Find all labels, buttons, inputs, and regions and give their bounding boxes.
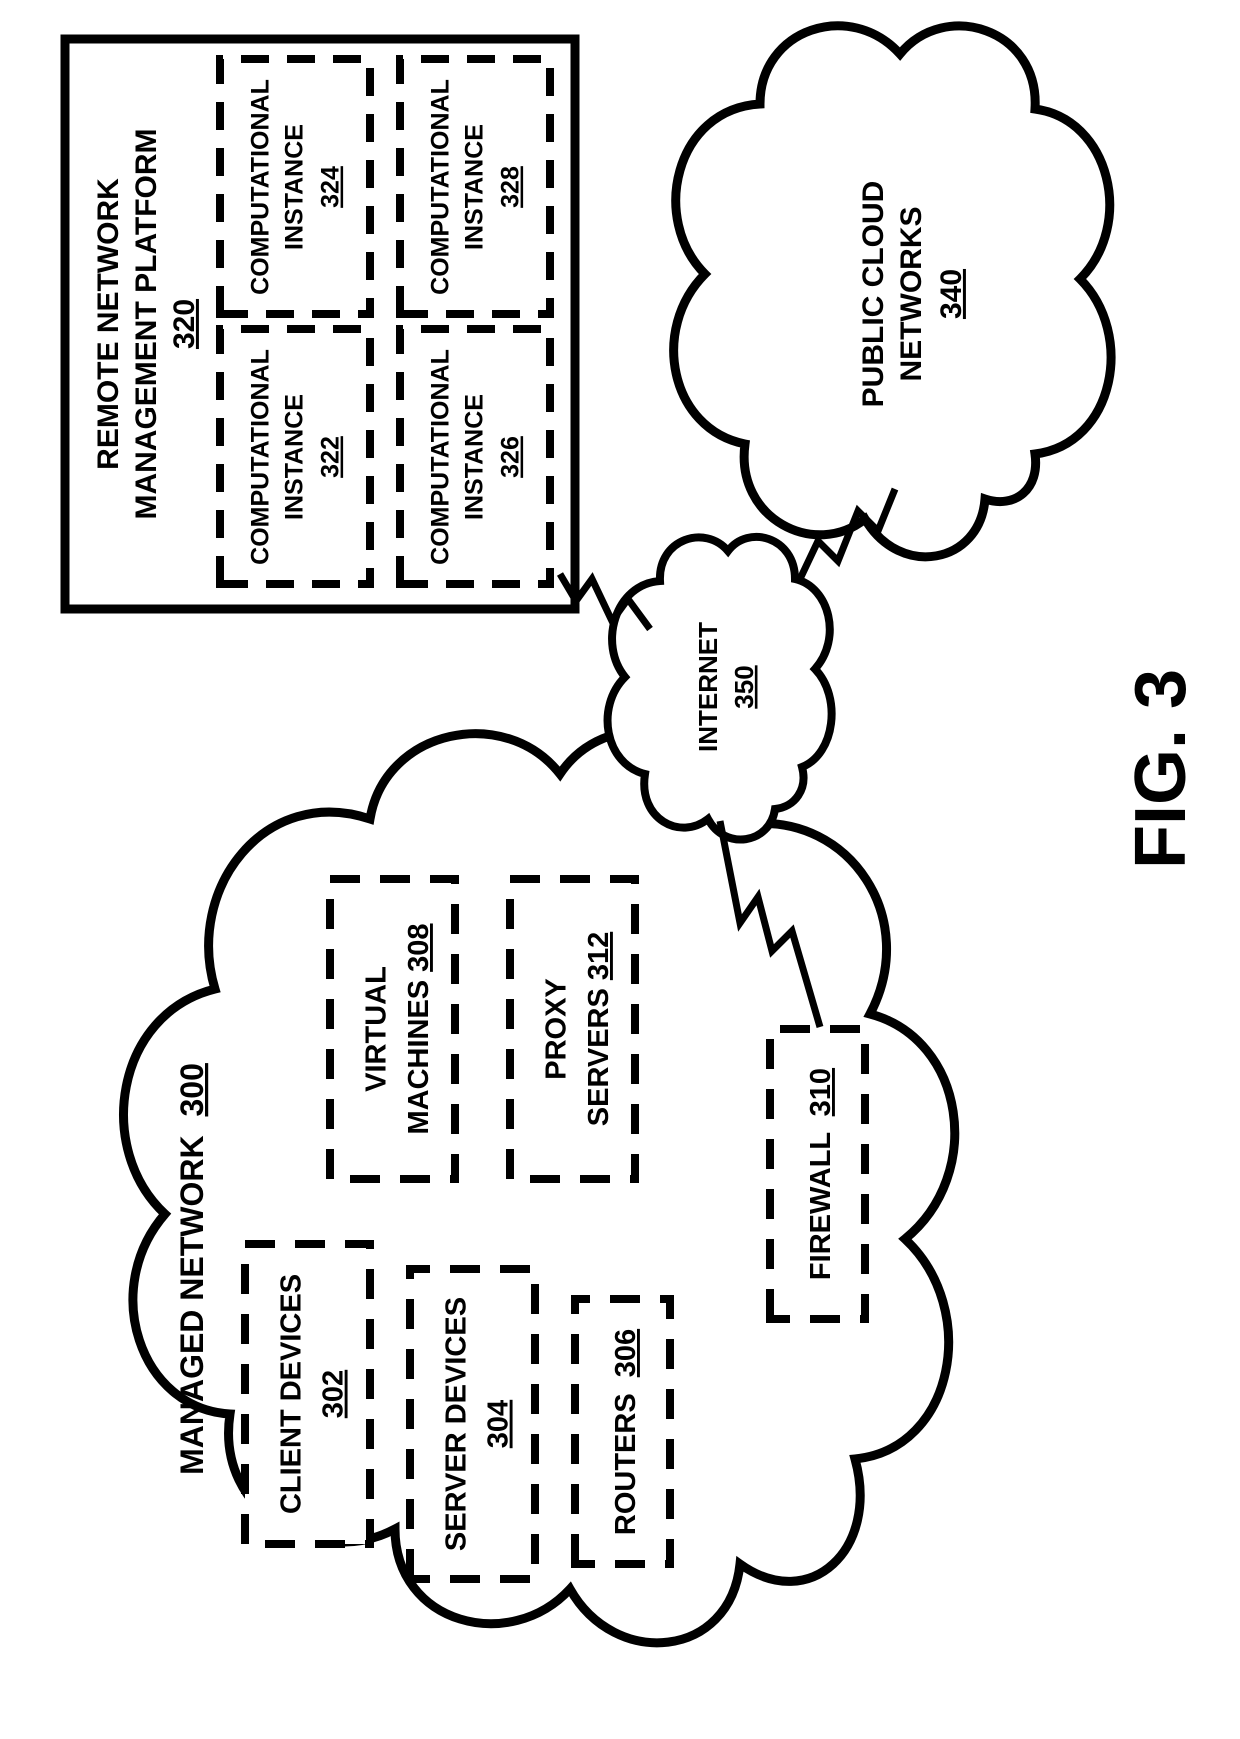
internet-label: INTERNET [693,622,723,752]
client-devices-ref: 302 [318,1370,350,1418]
instance-322-l2: INSTANCE [281,394,309,520]
remote-platform-title1: REMOTE NETWORK [92,178,125,470]
remote-platform-title2: MANAGEMENT PLATFORM [130,128,163,519]
internet-ref: 350 [729,665,759,708]
instance-328-ref: 328 [497,166,525,208]
proxy-servers-label1: PROXY [541,978,573,1080]
instance-322-ref: 322 [317,436,345,478]
instance-322-l1: COMPUTATIONAL [247,349,275,565]
virtual-machines-label1: VIRTUAL [361,966,393,1092]
firewall-label: FIREWALL 310 [805,1068,837,1280]
public-cloud-shape [674,26,1111,557]
public-cloud-ref: 340 [935,269,968,319]
instance-326-l2: INSTANCE [461,394,489,520]
client-devices-label: CLIENT DEVICES [276,1274,308,1514]
server-devices-label: SERVER DEVICES [441,1297,473,1551]
instance-324-l1: COMPUTATIONAL [247,79,275,295]
diagram: MANAGED NETWORK 300 CLIENT DEVICES 302 S… [0,0,1240,1739]
server-devices-ref: 304 [483,1400,515,1448]
remote-platform-ref: 320 [168,299,201,349]
proxy-servers-label2: SERVERS312 [583,932,615,1126]
public-cloud-title1: PUBLIC CLOUD [857,181,890,408]
routers-label: ROUTERS 306 [610,1329,642,1535]
instance-324-ref: 324 [317,166,345,208]
instance-324-l2: INSTANCE [281,124,309,250]
instance-328-l2: INSTANCE [461,124,489,250]
virtual-machines-label2: MACHINES308 [403,923,435,1134]
instance-326-l1: COMPUTATIONAL [427,349,455,565]
instance-326-ref: 326 [497,436,525,478]
public-cloud-title2: NETWORKS [895,207,928,382]
figure-label: FIG. 3 [1121,669,1201,869]
instance-328-l1: COMPUTATIONAL [427,79,455,295]
